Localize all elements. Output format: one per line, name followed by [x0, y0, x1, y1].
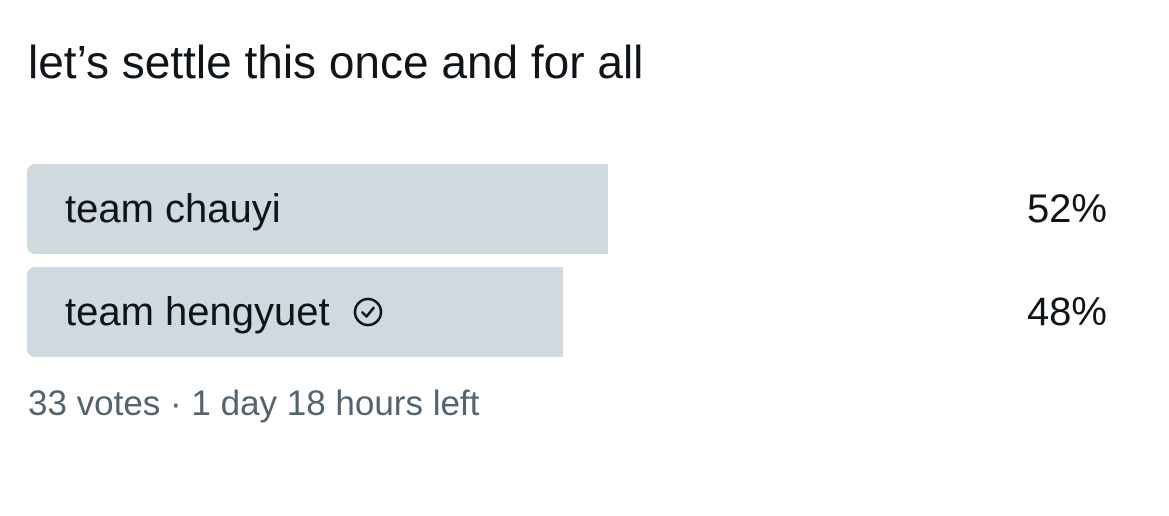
check-circle-icon: [352, 296, 384, 328]
poll-option-label: team hengyuet: [65, 267, 384, 357]
poll-option-text: team chauyi: [65, 186, 281, 231]
poll-option-label: team chauyi: [65, 164, 281, 254]
poll: team chauyi 52% team hengyuet 48%: [27, 164, 1107, 370]
tweet-text: let’s settle this once and for all: [28, 36, 644, 88]
poll-option-team-hengyuet: team hengyuet 48%: [27, 267, 1107, 357]
poll-option-percent: 52%: [1026, 186, 1107, 231]
poll-option-text: team hengyuet: [65, 289, 330, 334]
poll-option-team-chauyi: team chauyi 52%: [27, 164, 1107, 254]
poll-meta: 33 votes · 1 day 18 hours left: [28, 384, 480, 423]
poll-option-percent: 48%: [1026, 289, 1107, 334]
